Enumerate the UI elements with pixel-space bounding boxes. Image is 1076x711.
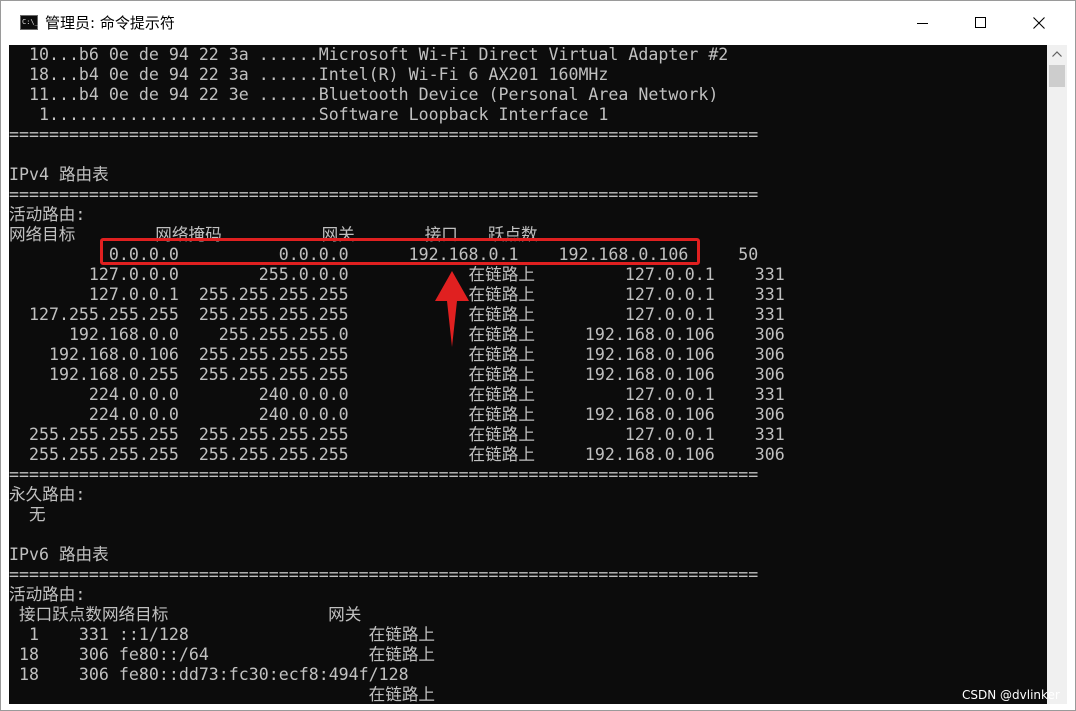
- up-arrow-icon: [435, 271, 469, 347]
- window-title: 管理员: 命令提示符: [45, 14, 175, 32]
- console-separator: ========================================…: [9, 125, 759, 144]
- persistent-routes-label: 永久路由:: [9, 485, 86, 504]
- active-routes-label: 活动路由:: [9, 585, 86, 604]
- route-row: 224.0.0.0 240.0.0.0 在链路上 192.168.0.106 3…: [9, 405, 785, 424]
- minimize-icon: [917, 23, 928, 24]
- ipv4-route-table-heading: IPv4 路由表: [9, 165, 109, 184]
- cmd-app-icon[interactable]: C:\_: [20, 15, 39, 30]
- route-row: 224.0.0.0 240.0.0.0 在链路上 127.0.0.1 331: [9, 385, 785, 404]
- ipv6-route-row: 在链路上: [9, 685, 436, 704]
- ipv6-route-table-heading: IPv6 路由表: [9, 545, 109, 564]
- console-line: 无: [9, 505, 46, 524]
- scroll-thumb[interactable]: [1049, 65, 1065, 87]
- console-separator: ========================================…: [9, 185, 759, 204]
- default-route-highlight-box: [100, 238, 700, 265]
- watermark-text: CSDN @dvlinker: [962, 688, 1060, 702]
- route-row: 255.255.255.255 255.255.255.255 在链路上 192…: [9, 445, 785, 464]
- active-routes-label: 活动路由:: [9, 205, 86, 224]
- console-line: 1...........................Software Loo…: [9, 105, 609, 124]
- ipv6-route-row: 1 331 ::1/128 在链路上: [9, 625, 436, 644]
- minimize-button[interactable]: [894, 1, 952, 45]
- route-row: 255.255.255.255 255.255.255.255 在链路上 127…: [9, 425, 785, 444]
- maximize-icon: [975, 17, 986, 28]
- chevron-up-icon: [1052, 51, 1062, 57]
- scroll-up-button[interactable]: [1047, 45, 1067, 63]
- route-row: 192.168.0.0 255.255.255.0 在链路上 192.168.0…: [9, 325, 785, 344]
- route-row: 192.168.0.106 255.255.255.255 在链路上 192.1…: [9, 345, 785, 364]
- maximize-button[interactable]: [952, 1, 1010, 45]
- close-icon: [1033, 17, 1045, 29]
- console-line: 11...b4 0e de 94 22 3e ......Bluetooth D…: [9, 85, 719, 104]
- route-row: 127.255.255.255 255.255.255.255 在链路上 127…: [9, 305, 785, 324]
- route-row: 192.168.0.255 255.255.255.255 在链路上 192.1…: [9, 365, 785, 384]
- command-prompt-window: C:\_ 管理员: 命令提示符 10...b6 0e de 94 22 3a .…: [0, 0, 1076, 711]
- console-output[interactable]: 10...b6 0e de 94 22 3a ......Microsoft W…: [9, 45, 1047, 704]
- console-line: 10...b6 0e de 94 22 3a ......Microsoft W…: [9, 45, 729, 64]
- close-button[interactable]: [1010, 1, 1068, 45]
- console-line: 18...b4 0e de 94 22 3a ......Intel(R) Wi…: [9, 65, 609, 84]
- route-row: 127.0.0.1 255.255.255.255 在链路上 127.0.0.1…: [9, 285, 785, 304]
- ipv6-route-row: 18 306 fe80::/64 在链路上: [9, 645, 436, 664]
- ipv6-route-row: 18 306 fe80::dd73:fc30:ecf8:494f/128: [9, 665, 409, 684]
- vertical-scrollbar[interactable]: [1047, 45, 1067, 704]
- console-separator: ========================================…: [9, 465, 759, 484]
- route-row: 127.0.0.0 255.0.0.0 在链路上 127.0.0.1 331: [9, 265, 785, 284]
- console-separator: ========================================…: [9, 565, 759, 584]
- title-bar[interactable]: C:\_ 管理员: 命令提示符: [1, 1, 1075, 45]
- ipv6-table-header: 接口跃点数网络目标 网关: [9, 605, 362, 624]
